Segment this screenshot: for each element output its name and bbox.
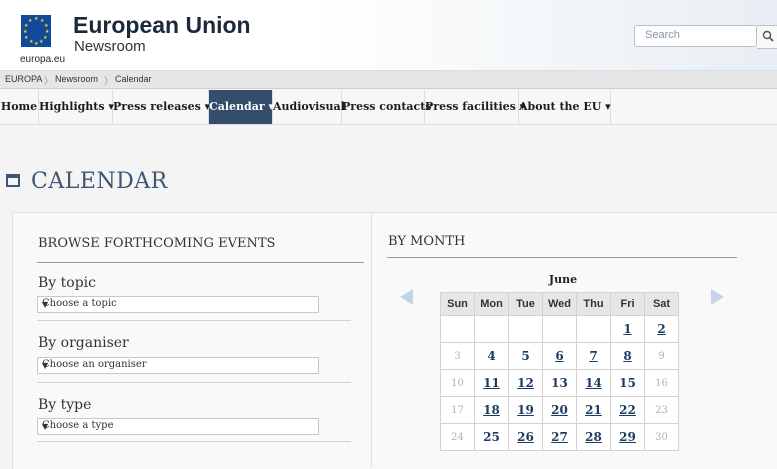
- calendar-week-row: 10 11 12 13 14 15 16: [440, 369, 679, 397]
- calendar-icon: [6, 174, 20, 187]
- calendar-empty-cell: [440, 315, 475, 343]
- brand-subtitle: Newsroom: [74, 38, 146, 55]
- calendar-week-row: 24 25 26 27 28 29 30: [440, 423, 679, 451]
- calendar-empty-cell: [542, 315, 577, 343]
- calendar-day[interactable]: 22: [610, 396, 645, 424]
- organiser-select[interactable]: Choose an organiser ▼: [37, 357, 319, 374]
- by-month-rule: [387, 257, 737, 258]
- breadcrumb-separator-icon: 〉: [44, 76, 54, 86]
- calendar-day[interactable]: 12: [508, 369, 543, 397]
- calendar-week-row: 3456789: [440, 342, 679, 370]
- brand-title[interactable]: European Union: [73, 12, 251, 39]
- search-input[interactable]: Search: [634, 25, 757, 47]
- calendar-day[interactable]: 27: [542, 423, 577, 451]
- calendar-week-row: 17 18 19 20 21 22 23: [440, 396, 679, 424]
- nav-calendar[interactable]: Calendar ▾: [209, 90, 274, 124]
- calendar-day: 16: [644, 369, 679, 397]
- chevron-down-icon: ▼: [42, 361, 49, 370]
- breadcrumb-europa[interactable]: EUROPA: [5, 74, 42, 84]
- nav-audiovisual[interactable]: Audiovisual: [273, 90, 345, 124]
- breadcrumb-calendar: Calendar: [115, 74, 152, 84]
- weekday-header: Sun: [440, 292, 475, 316]
- search-button[interactable]: [757, 25, 777, 49]
- calendar-day: 4: [474, 342, 509, 370]
- calendar-empty-cell: [474, 315, 509, 343]
- nav-highlights[interactable]: Highlights ▾: [39, 90, 114, 124]
- calendar-empty-cell: [576, 315, 611, 343]
- calendar-empty-cell: [508, 315, 543, 343]
- calendar-day: 25: [474, 423, 509, 451]
- weekday-header: Tue: [508, 292, 543, 316]
- site-name: europa.eu: [20, 54, 66, 65]
- calendar-week-row: 12: [440, 315, 679, 343]
- chevron-down-icon: ▼: [42, 422, 49, 431]
- calendar-day: 9: [644, 342, 679, 370]
- type-label: By type: [38, 397, 92, 413]
- calendar-day[interactable]: 7: [576, 342, 611, 370]
- topic-rule: [37, 320, 351, 321]
- calendar-day[interactable]: 6: [542, 342, 577, 370]
- panel-divider: [371, 213, 372, 468]
- nav-home[interactable]: Home: [0, 90, 39, 124]
- weekday-header: Sat: [644, 292, 679, 316]
- organiser-label: By organiser: [38, 335, 129, 351]
- calendar-day[interactable]: 21: [576, 396, 611, 424]
- weekday-header: Mon: [474, 292, 509, 316]
- browse-heading: BROWSE FORTHCOMING EVENTS: [38, 236, 276, 251]
- breadcrumb: EUROPA 〉 Newsroom 〉 Calendar: [0, 71, 777, 89]
- topic-label: By topic: [38, 275, 96, 291]
- site-header: ★ ★ ★ ★ ★ ★ ★ ★ ★ ★ ★ ★ europa.eu Europe…: [0, 0, 777, 71]
- calendar-day: 13: [542, 369, 577, 397]
- weekday-header: Fri: [610, 292, 645, 316]
- browse-heading-rule: [37, 262, 364, 263]
- calendar-day[interactable]: 18: [474, 396, 509, 424]
- calendar-day[interactable]: 8: [610, 342, 645, 370]
- search-placeholder: Search: [645, 29, 680, 41]
- calendar-day: 23: [644, 396, 679, 424]
- calendar-day[interactable]: 14: [576, 369, 611, 397]
- type-rule: [37, 441, 351, 442]
- chevron-down-icon: ▼: [42, 300, 49, 309]
- weekday-header: Thu: [576, 292, 611, 316]
- calendar-day[interactable]: 28: [576, 423, 611, 451]
- page-title: CALENDAR: [31, 169, 168, 194]
- calendar-day: 5: [508, 342, 543, 370]
- previous-month-arrow-icon[interactable]: [400, 289, 413, 305]
- search-icon: [762, 30, 774, 42]
- month-label: June: [548, 273, 578, 286]
- breadcrumb-newsroom[interactable]: Newsroom: [55, 74, 98, 84]
- calendar-day[interactable]: 19: [508, 396, 543, 424]
- nav-press-contacts[interactable]: Press contacts: [342, 90, 432, 124]
- calendar-day: 15: [610, 369, 645, 397]
- calendar-day[interactable]: 26: [508, 423, 543, 451]
- main-nav: Home Highlights ▾ Press releases ▾ Calen…: [0, 90, 777, 125]
- nav-about-eu[interactable]: About the EU ▾: [519, 90, 611, 124]
- nav-press-facilities[interactable]: Press facilities ▾: [425, 90, 525, 124]
- next-month-arrow-icon[interactable]: [711, 289, 724, 305]
- topic-select[interactable]: Choose a topic ▼: [37, 296, 319, 313]
- by-month-heading: BY MONTH: [388, 234, 466, 249]
- type-select[interactable]: Choose a type ▼: [37, 418, 319, 435]
- calendar-day[interactable]: 20: [542, 396, 577, 424]
- breadcrumb-separator-icon: 〉: [104, 76, 114, 86]
- organiser-rule: [37, 382, 351, 383]
- eu-flag-logo[interactable]: ★ ★ ★ ★ ★ ★ ★ ★ ★ ★ ★ ★: [21, 15, 51, 47]
- weekday-header: Wed: [542, 292, 577, 316]
- calendar-day: 30: [644, 423, 679, 451]
- calendar-day: 24: [440, 423, 475, 451]
- calendar-day: 10: [440, 369, 475, 397]
- calendar-day[interactable]: 1: [610, 315, 645, 343]
- nav-press-releases[interactable]: Press releases ▾: [113, 90, 210, 124]
- calendar-day[interactable]: 11: [474, 369, 509, 397]
- month-calendar: Sun Mon Tue Wed Thu Fri Sat 1 2 3 4 5 6 7 8 9 10 11 12 13 1…: [440, 292, 679, 451]
- calendar-day[interactable]: 29: [610, 423, 645, 451]
- calendar-day: 17: [440, 396, 475, 424]
- calendar-day: 3: [440, 342, 475, 370]
- calendar-day[interactable]: 2: [644, 315, 679, 343]
